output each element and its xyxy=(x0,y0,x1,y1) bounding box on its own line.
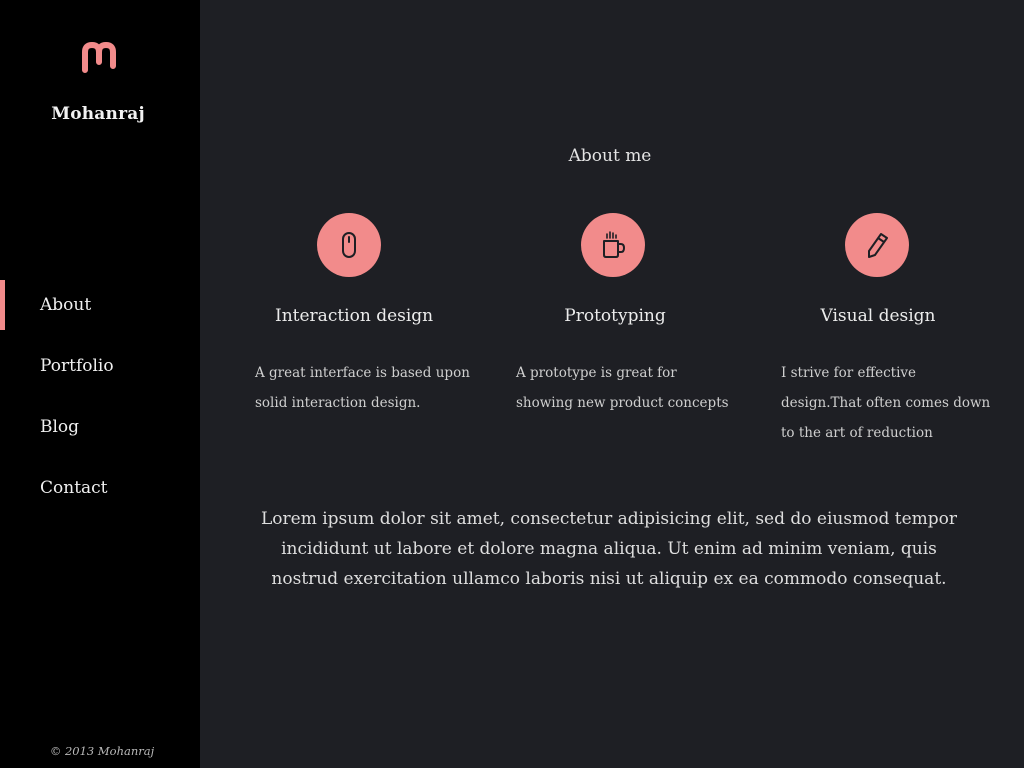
intro-paragraph: Lorem ipsum dolor sit amet, consectetur … xyxy=(261,509,957,589)
coffee-mug-icon-circle xyxy=(581,213,645,277)
nav-label-blog[interactable]: Blog xyxy=(40,402,79,452)
nav-label-about[interactable]: About xyxy=(40,280,91,330)
page-title: About me xyxy=(568,146,652,166)
nav-item-blog[interactable]: Blog xyxy=(0,402,200,452)
feature-description: A great interface is based upon solid in… xyxy=(255,365,470,411)
coffee-mug-icon xyxy=(603,231,626,258)
nav-label-contact[interactable]: Contact xyxy=(40,463,108,513)
feature-description: A prototype is great for showing new pro… xyxy=(516,365,729,411)
nav-label-portfolio[interactable]: Portfolio xyxy=(40,341,114,391)
feature-title: Prototyping xyxy=(564,306,666,326)
pencil-icon-circle xyxy=(845,213,909,277)
feature-description: I strive for effective design.That often… xyxy=(781,365,991,441)
feature-title: Visual design xyxy=(820,306,936,326)
main-content: About me Interaction design A great inte… xyxy=(200,0,1024,768)
m-logo-icon[interactable] xyxy=(81,40,121,74)
nav-item-contact[interactable]: Contact xyxy=(0,463,200,513)
feature-title: Interaction design xyxy=(275,306,434,326)
sidebar: Mohanraj About Portfolio Blog Contact © … xyxy=(0,0,200,768)
nav-item-portfolio[interactable]: Portfolio xyxy=(0,341,200,391)
brand-name[interactable]: Mohanraj xyxy=(0,104,196,124)
mouse-icon xyxy=(342,232,356,258)
pencil-icon xyxy=(868,233,888,258)
copyright: © 2013 Mohanraj xyxy=(49,744,155,758)
mouse-icon-circle xyxy=(317,213,381,277)
nav-item-about[interactable]: About xyxy=(0,280,200,330)
active-indicator xyxy=(0,280,5,330)
